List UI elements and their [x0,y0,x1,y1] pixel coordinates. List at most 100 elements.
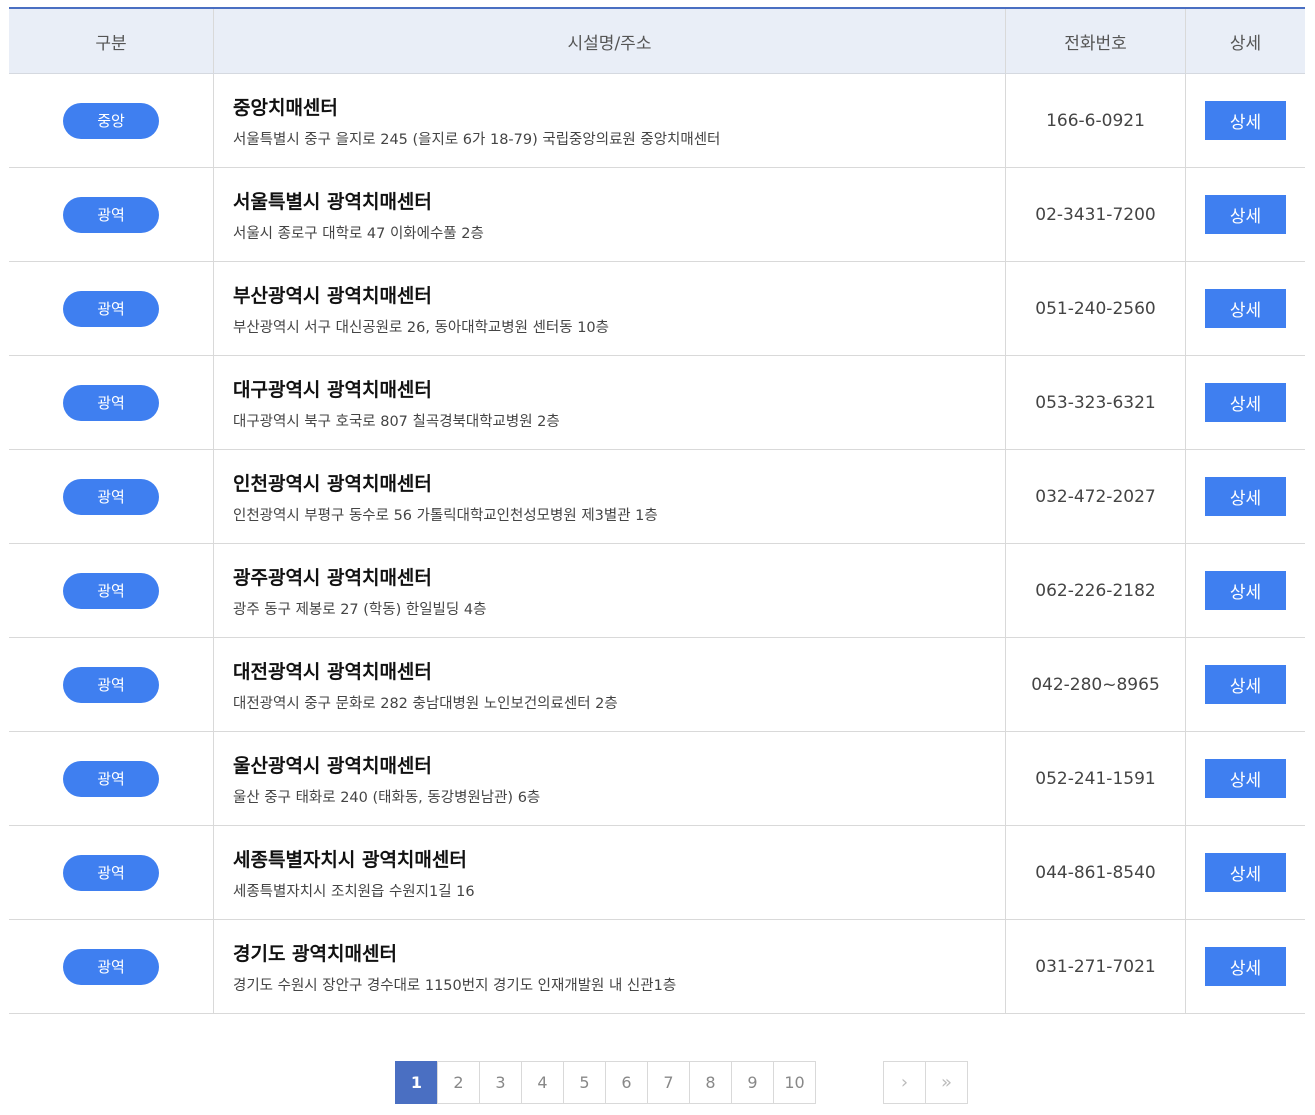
facility-name: 경기도 광역치매센터 [233,942,397,965]
detail-cell: 상세 [1186,732,1305,825]
page-2-button[interactable]: 2 [437,1061,480,1104]
table-row: 광역 대전광역시 광역치매센터 대전광역시 중구 문화로 282 충남대병원 노… [9,638,1305,732]
page-10-button[interactable]: 10 [773,1061,816,1104]
phone-number: 053-323-6321 [1035,392,1156,413]
page-4-button[interactable]: 4 [521,1061,564,1104]
facility-address: 서울특별시 중구 을지로 245 (을지로 6가 18-79) 국립중앙의료원 … [233,131,721,148]
table-row: 광역 부산광역시 광역치매센터 부산광역시 서구 대신공원로 26, 동아대학교… [9,262,1305,356]
detail-button[interactable]: 상세 [1205,947,1286,986]
category-cell: 광역 [9,356,214,449]
phone-cell: 044-861-8540 [1006,826,1186,919]
facility-table: 구분 시설명/주소 전화번호 상세 중앙 중앙치매센터 서울특별시 중구 을지로… [9,7,1305,1014]
table-row: 광역 서울특별시 광역치매센터 서울시 종로구 대학로 47 이화에수풀 2층 … [9,168,1305,262]
page-8-button[interactable]: 8 [689,1061,732,1104]
table-row: 광역 인천광역시 광역치매센터 인천광역시 부평구 동수로 56 가톨릭대학교인… [9,450,1305,544]
facility-address: 대구광역시 북구 호국로 807 칠곡경북대학교병원 2층 [233,413,560,430]
phone-cell: 052-241-1591 [1006,732,1186,825]
next-page-icon[interactable]: › [883,1061,926,1104]
category-cell: 광역 [9,920,214,1013]
detail-cell: 상세 [1186,920,1305,1013]
category-badge: 광역 [63,290,159,327]
page-9-button[interactable]: 9 [731,1061,774,1104]
name-address-cell: 서울특별시 광역치매센터 서울시 종로구 대학로 47 이화에수풀 2층 [214,168,1006,261]
facility-name: 대구광역시 광역치매센터 [233,378,432,401]
phone-number: 166-6-0921 [1046,110,1145,131]
category-badge: 중앙 [63,102,159,139]
page-1-button[interactable]: 1 [395,1061,438,1104]
table-row: 광역 울산광역시 광역치매센터 울산 중구 태화로 240 (태화동, 동강병원… [9,732,1305,826]
last-page-icon[interactable]: » [925,1061,968,1104]
facility-name: 중앙치매센터 [233,96,338,119]
detail-cell: 상세 [1186,168,1305,261]
facility-name: 인천광역시 광역치매센터 [233,472,432,495]
phone-number: 044-861-8540 [1035,862,1156,883]
detail-button[interactable]: 상세 [1205,383,1286,422]
detail-button[interactable]: 상세 [1205,289,1286,328]
phone-number: 052-241-1591 [1035,768,1156,789]
category-badge: 광역 [63,854,159,891]
header-category: 구분 [9,9,214,73]
detail-cell: 상세 [1186,356,1305,449]
name-address-cell: 세종특별자치시 광역치매센터 세종특별자치시 조치원읍 수원지1길 16 [214,826,1006,919]
detail-button[interactable]: 상세 [1205,759,1286,798]
table-row: 광역 세종특별자치시 광역치매센터 세종특별자치시 조치원읍 수원지1길 16 … [9,826,1305,920]
detail-button[interactable]: 상세 [1205,853,1286,892]
phone-cell: 166-6-0921 [1006,74,1186,167]
facility-address: 인천광역시 부평구 동수로 56 가톨릭대학교인천성모병원 제3별관 1층 [233,507,658,524]
name-address-cell: 울산광역시 광역치매센터 울산 중구 태화로 240 (태화동, 동강병원남관)… [214,732,1006,825]
detail-cell: 상세 [1186,826,1305,919]
category-badge: 광역 [63,196,159,233]
detail-cell: 상세 [1186,638,1305,731]
category-badge: 광역 [63,760,159,797]
phone-number: 062-226-2182 [1035,580,1156,601]
name-address-cell: 대전광역시 광역치매센터 대전광역시 중구 문화로 282 충남대병원 노인보건… [214,638,1006,731]
phone-cell: 042-280~8965 [1006,638,1186,731]
phone-cell: 051-240-2560 [1006,262,1186,355]
facility-address: 경기도 수원시 장안구 경수대로 1150번지 경기도 인재개발원 내 신관1층 [233,977,677,994]
header-detail: 상세 [1229,33,1262,54]
category-badge: 광역 [63,666,159,703]
facility-address: 서울시 종로구 대학로 47 이화에수풀 2층 [233,225,484,242]
name-address-cell: 인천광역시 광역치매센터 인천광역시 부평구 동수로 56 가톨릭대학교인천성모… [214,450,1006,543]
detail-button[interactable]: 상세 [1205,477,1286,516]
category-cell: 광역 [9,544,214,637]
category-badge: 광역 [63,384,159,421]
pagination: 1 2 3 4 5 6 7 8 9 10 [395,1061,816,1104]
facility-name: 부산광역시 광역치매센터 [233,284,432,307]
page-3-button[interactable]: 3 [479,1061,522,1104]
category-cell: 광역 [9,262,214,355]
page-6-button[interactable]: 6 [605,1061,648,1104]
phone-cell: 032-472-2027 [1006,450,1186,543]
category-cell: 광역 [9,168,214,261]
phone-number: 051-240-2560 [1035,298,1156,319]
category-badge: 광역 [63,572,159,609]
phone-number: 032-472-2027 [1035,486,1156,507]
category-badge: 광역 [63,478,159,515]
detail-cell: 상세 [1186,450,1305,543]
page-7-button[interactable]: 7 [647,1061,690,1104]
phone-cell: 031-271-7021 [1006,920,1186,1013]
table-row: 광역 대구광역시 광역치매센터 대구광역시 북구 호국로 807 칠곡경북대학교… [9,356,1305,450]
facility-name: 세종특별자치시 광역치매센터 [233,848,467,871]
detail-button[interactable]: 상세 [1205,665,1286,704]
name-address-cell: 경기도 광역치매센터 경기도 수원시 장안구 경수대로 1150번지 경기도 인… [214,920,1006,1013]
detail-button[interactable]: 상세 [1205,571,1286,610]
detail-cell: 상세 [1186,544,1305,637]
category-cell: 광역 [9,638,214,731]
page-5-button[interactable]: 5 [563,1061,606,1104]
facility-name: 대전광역시 광역치매센터 [233,660,432,683]
facility-name: 광주광역시 광역치매센터 [233,566,432,589]
phone-number: 042-280~8965 [1031,674,1160,695]
category-cell: 광역 [9,732,214,825]
facility-address: 부산광역시 서구 대신공원로 26, 동아대학교병원 센터동 10층 [233,319,609,336]
name-address-cell: 대구광역시 광역치매센터 대구광역시 북구 호국로 807 칠곡경북대학교병원 … [214,356,1006,449]
facility-name: 울산광역시 광역치매센터 [233,754,432,777]
table-body: 중앙 중앙치매센터 서울특별시 중구 을지로 245 (을지로 6가 18-79… [9,74,1305,1014]
detail-cell: 상세 [1186,262,1305,355]
name-address-cell: 중앙치매센터 서울특별시 중구 을지로 245 (을지로 6가 18-79) 국… [214,74,1006,167]
phone-number: 031-271-7021 [1035,956,1156,977]
detail-button[interactable]: 상세 [1205,195,1286,234]
detail-button[interactable]: 상세 [1205,101,1286,140]
table-row: 광역 경기도 광역치매센터 경기도 수원시 장안구 경수대로 1150번지 경기… [9,920,1305,1014]
phone-cell: 053-323-6321 [1006,356,1186,449]
